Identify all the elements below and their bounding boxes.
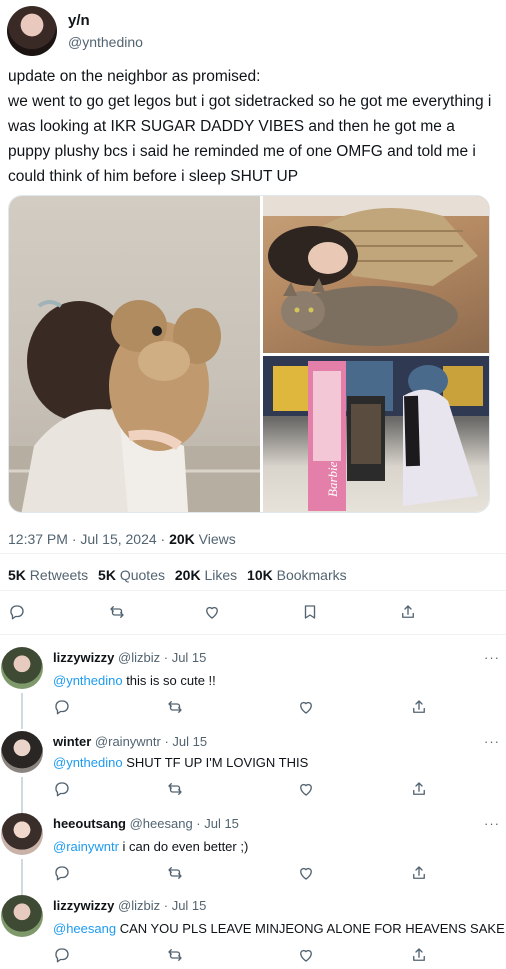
reply-item[interactable]: winter @rainywntr · Jul 15 ··· @ynthedin… (0, 729, 506, 813)
reply-mention[interactable]: @heesang (53, 921, 116, 936)
share-icon[interactable] (409, 863, 429, 883)
views-label: Views (194, 531, 236, 547)
reply-item[interactable]: lizzywizzy @lizbiz · Jul 15 ··· @ynthedi… (0, 645, 506, 729)
reply-mention[interactable]: @ynthedino (53, 755, 123, 770)
divider (0, 553, 506, 554)
stat-likes[interactable]: 20K Likes (175, 567, 237, 583)
like-icon[interactable] (296, 779, 316, 799)
share-icon[interactable] (409, 779, 429, 799)
author-handle[interactable]: @ynthedino (68, 34, 143, 50)
like-icon[interactable] (296, 863, 316, 883)
reply-icon[interactable] (52, 945, 72, 965)
author-name[interactable]: y/n (68, 12, 90, 29)
reply-actions (0, 945, 506, 969)
share-icon[interactable] (398, 602, 418, 622)
reply-meta: @lizbiz · Jul 15 (118, 898, 207, 913)
media-grid: Barbie (8, 195, 490, 513)
reply-meta: @heesang · Jul 15 (129, 816, 239, 831)
reply-meta: @lizbiz · Jul 15 (118, 650, 207, 665)
author-avatar[interactable] (7, 6, 57, 56)
reply-icon[interactable] (52, 779, 72, 799)
reply-avatar[interactable] (1, 731, 43, 773)
stat-bookmarks[interactable]: 10K Bookmarks (247, 567, 347, 583)
like-icon[interactable] (202, 602, 222, 622)
reply-text: @ynthedino SHUT TF UP I'M LOVIGN THIS (53, 755, 309, 770)
reply-meta: @rainywntr · Jul 15 (94, 734, 208, 749)
reply-mention[interactable]: @ynthedino (53, 673, 123, 688)
like-icon[interactable] (296, 945, 316, 965)
more-icon[interactable]: ··· (484, 650, 500, 665)
reply-avatar[interactable] (1, 813, 43, 855)
share-icon[interactable] (409, 945, 429, 965)
reply-author-name[interactable]: lizzywizzy (53, 898, 114, 913)
like-icon[interactable] (296, 697, 316, 717)
photo-store-barbie[interactable]: Barbie (263, 356, 489, 512)
reply-header: lizzywizzy @lizbiz · Jul 15 (53, 898, 206, 913)
reply-author-name[interactable]: lizzywizzy (53, 650, 114, 665)
reply-text: @rainywntr i can do even better ;) (53, 839, 249, 854)
bookmark-icon[interactable] (300, 602, 320, 622)
reply-header: heeoutsang @heesang · Jul 15 (53, 816, 239, 831)
reply-author-name[interactable]: heeoutsang (53, 816, 126, 831)
photo-girl-with-plush[interactable] (9, 196, 260, 512)
reply-icon[interactable] (7, 602, 27, 622)
reply-item[interactable]: heeoutsang @heesang · Jul 15 ··· @rainyw… (0, 811, 506, 895)
more-icon[interactable]: ··· (484, 816, 500, 831)
photo-girl-with-cat[interactable] (263, 196, 489, 353)
reply-actions (0, 779, 506, 803)
more-icon[interactable]: ··· (484, 734, 500, 749)
retweet-icon[interactable] (165, 945, 185, 965)
retweet-icon[interactable] (165, 779, 185, 799)
stat-quotes[interactable]: 5K Quotes (98, 567, 165, 583)
reply-actions (0, 863, 506, 887)
views-count: 20K (169, 531, 195, 547)
reply-actions (0, 697, 506, 721)
reply-icon[interactable] (52, 863, 72, 883)
tweet-text: update on the neighbor as promised: we w… (8, 68, 492, 185)
reply-header: lizzywizzy @lizbiz · Jul 15 (53, 650, 206, 665)
reply-author-name[interactable]: winter (53, 734, 91, 749)
reply-header: winter @rainywntr · Jul 15 (53, 734, 207, 749)
tweet-meta: 12:37 PM · Jul 15, 2024 · 20K Views (8, 531, 236, 547)
reply-icon[interactable] (52, 697, 72, 717)
retweet-icon[interactable] (165, 697, 185, 717)
divider (0, 590, 506, 591)
tweet-actions (0, 602, 506, 626)
main-tweet: y/n @ynthedino update on the neighbor as… (0, 0, 506, 635)
reply-item[interactable]: lizzywizzy @lizbiz · Jul 15 @heesang CAN… (0, 893, 506, 969)
stat-retweets[interactable]: 5K Retweets (8, 567, 88, 583)
tweet-stats: 5K Retweets 5K Quotes 20K Likes 10K Book… (8, 567, 353, 583)
reply-text: @ynthedino this is so cute !! (53, 673, 216, 688)
share-icon[interactable] (409, 697, 429, 717)
retweet-icon[interactable] (165, 863, 185, 883)
barbie-label: Barbie (325, 461, 340, 497)
tweet-timestamp[interactable]: 12:37 PM · Jul 15, 2024 · (8, 531, 169, 547)
reply-text: @heesang CAN YOU PLS LEAVE MINJEONG ALON… (53, 921, 505, 936)
reply-avatar[interactable] (1, 647, 43, 689)
reply-avatar[interactable] (1, 895, 43, 937)
reply-mention[interactable]: @rainywntr (53, 839, 119, 854)
retweet-icon[interactable] (107, 602, 127, 622)
